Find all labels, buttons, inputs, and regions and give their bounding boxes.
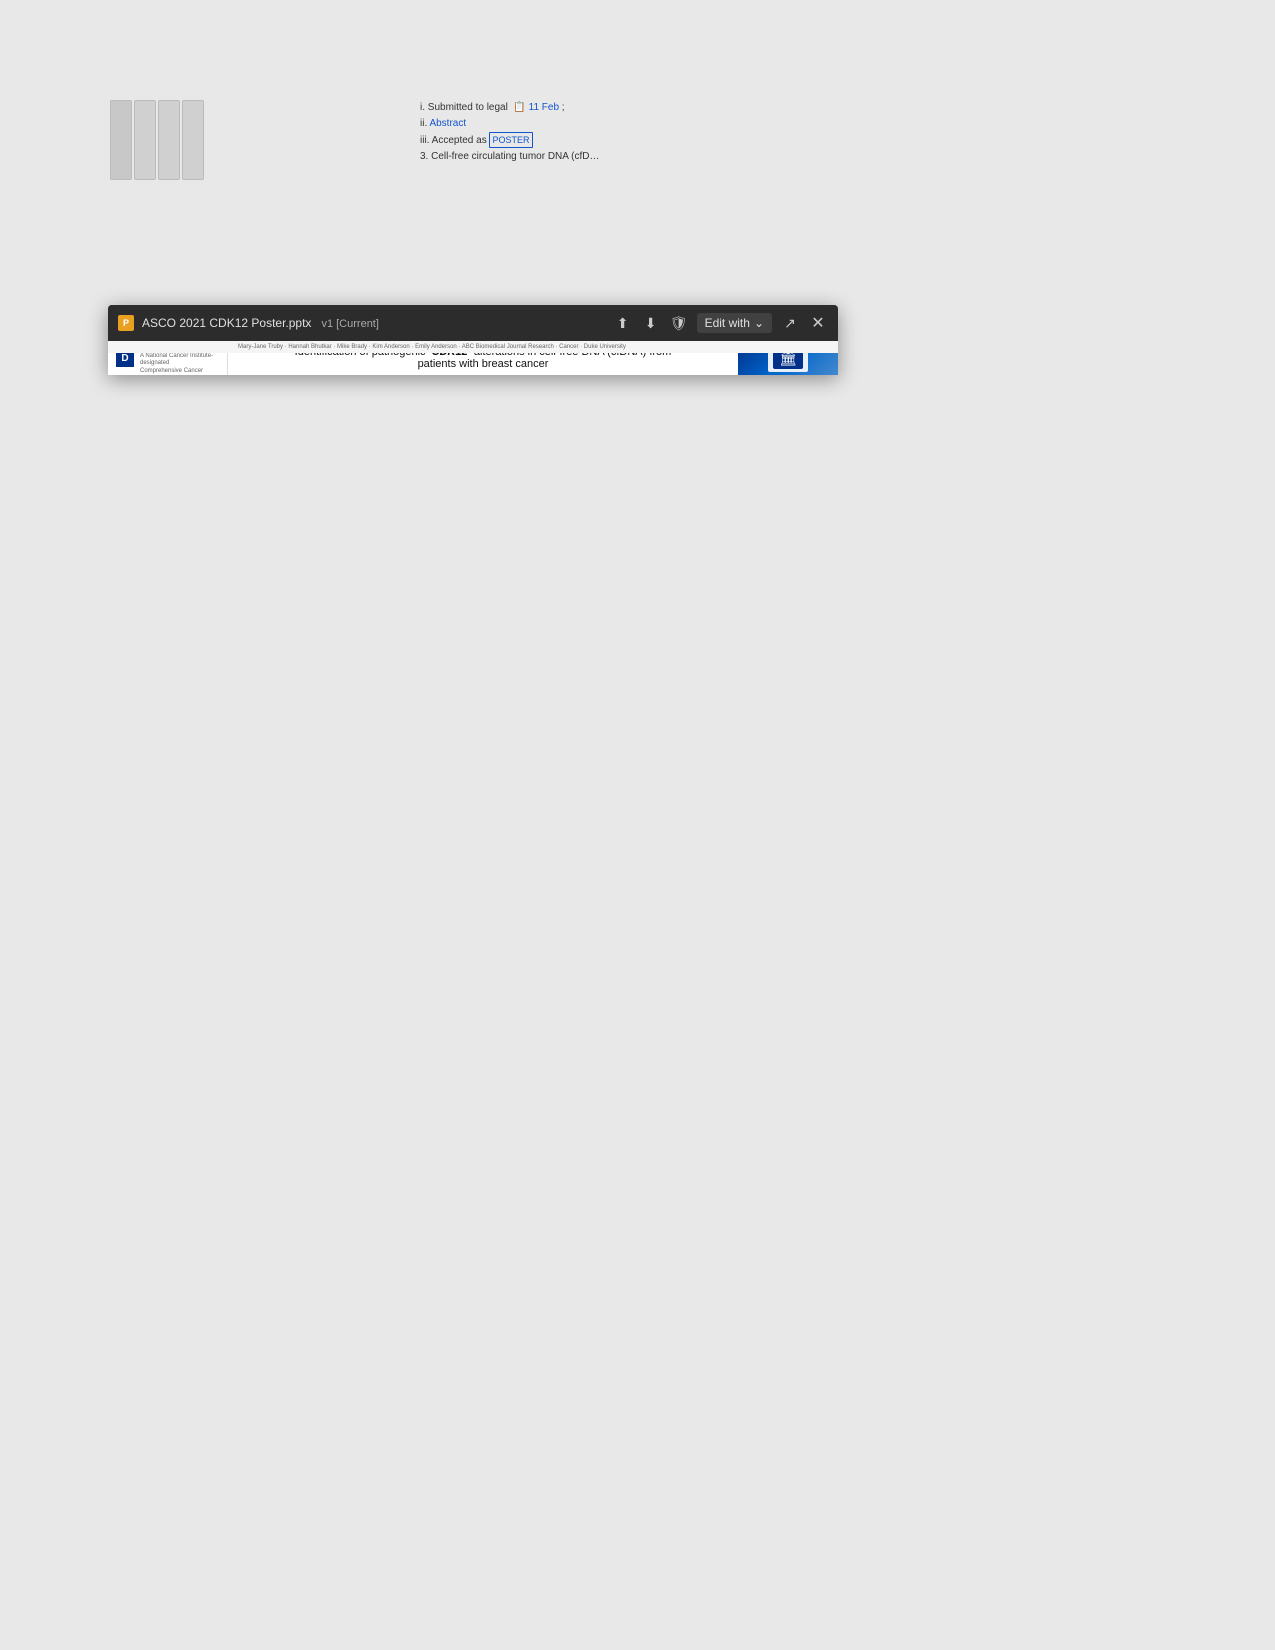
filename-label: ASCO 2021 CDK12 Poster.pptx v1 [Current] [142,316,605,330]
upload-button[interactable]: ⬆ [613,313,633,333]
outline-item-3: iii. Accepted as POSTER [420,132,600,149]
outline-item-2: ii. Abstract [420,116,600,132]
outline-item-1: i. Submitted to legal 📋 11 Feb ; [420,100,600,116]
outline-truncated: … [590,151,600,162]
duke-sub-text: A National Cancer Institute-designated C… [140,353,219,375]
sidebar-tab-1[interactable] [110,100,132,180]
sidebar-tab-2[interactable] [134,100,156,180]
shield-button[interactable]: 🛡 [669,313,689,333]
close-button[interactable]: ✕ [808,313,828,333]
version-label: v1 [Current] [321,318,378,330]
chevron-down-icon: ⌄ [754,316,764,330]
sidebar-tabs [110,100,204,180]
viewer-window: P ASCO 2021 CDK12 Poster.pptx v1 [Curren… [108,305,838,375]
outline-link-abstract[interactable]: Abstract [429,118,466,129]
share-button[interactable]: ↗ [780,313,800,333]
background [0,0,1275,1650]
document-outline: i. Submitted to legal 📋 11 Feb ; ii. Abs… [420,100,600,165]
poster-badge: POSTER [489,132,532,148]
shield-icon: 🛡 [670,315,688,332]
title-bar: P ASCO 2021 CDK12 Poster.pptx v1 [Curren… [108,305,838,341]
close-icon: ✕ [811,313,824,333]
title-bar-actions: ⬆ ⬇ 🛡 Edit with ⌄ ↗ ✕ [613,313,828,333]
download-button[interactable]: ⬇ [641,313,661,333]
outline-link-date[interactable]: 📋 11 Feb [513,102,559,113]
subtitle-strip: Mary-Jane Truby · Hannah Bhutkar · Mike … [108,341,838,353]
outline-item-4: 3. Cell-free circulating tumor DNA (cfD… [420,149,600,165]
share-icon: ↗ [784,315,796,332]
powerpoint-icon: P [118,315,134,331]
sidebar-tab-3[interactable] [158,100,180,180]
edit-with-button[interactable]: Edit with ⌄ [697,313,772,333]
sidebar-tab-4[interactable] [182,100,204,180]
